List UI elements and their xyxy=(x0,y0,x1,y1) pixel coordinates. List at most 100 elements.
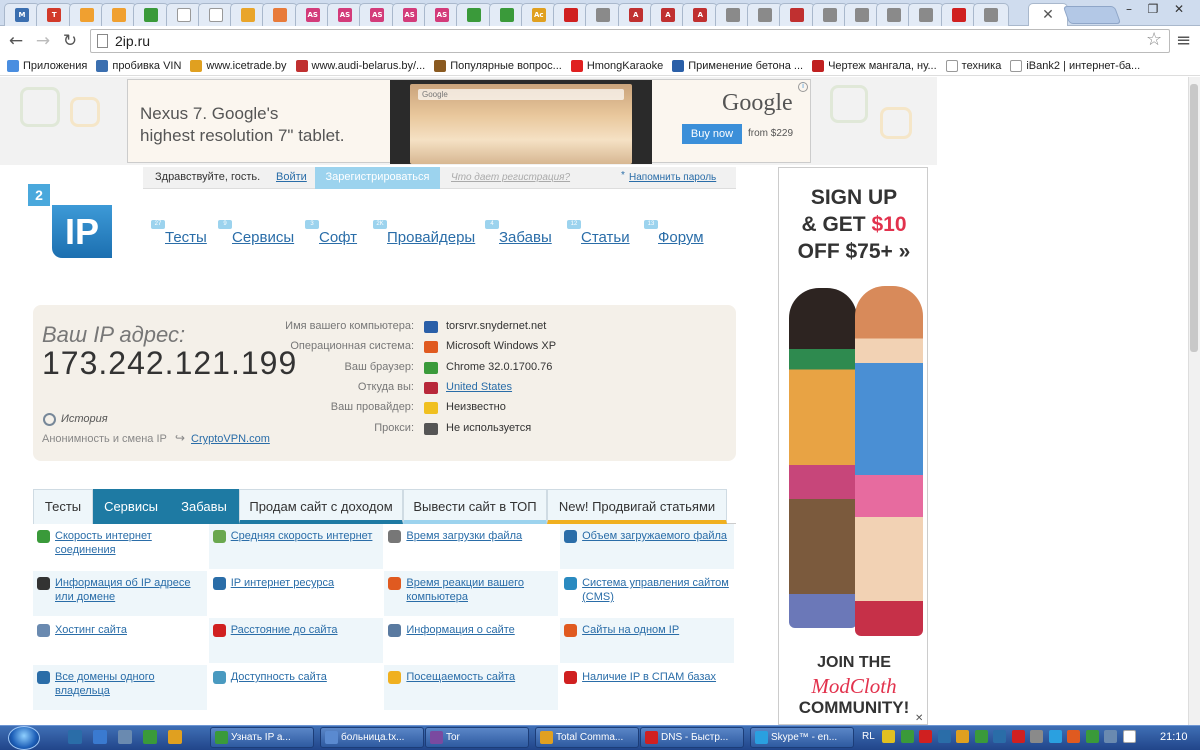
browser-tab[interactable] xyxy=(876,3,913,26)
browser-tab[interactable] xyxy=(585,3,622,26)
tray-icon[interactable] xyxy=(937,730,951,743)
service-link[interactable]: Сайты на одном IP xyxy=(582,623,732,637)
tray-icon[interactable] xyxy=(1048,730,1062,743)
history-icon[interactable] xyxy=(43,413,56,426)
nav-2[interactable]: Софт xyxy=(319,229,357,246)
bookmark-item[interactable]: Чертеж мангала, ну... xyxy=(812,59,937,72)
browser-tab[interactable]: AS xyxy=(327,3,363,26)
browser-tab[interactable] xyxy=(230,3,267,26)
tray-icon[interactable] xyxy=(919,730,932,743)
close-window-button[interactable]: ✕ xyxy=(1168,2,1190,18)
taskbar-button[interactable]: Skype™ - en... xyxy=(750,727,854,748)
service-link[interactable]: Информация об IP адресе или домене xyxy=(55,576,205,604)
browser-tab[interactable] xyxy=(133,3,170,26)
browser-tab[interactable]: T xyxy=(36,3,73,26)
taskbar-button[interactable]: Total Comma... xyxy=(535,727,639,748)
bookmark-item[interactable]: пробивка VIN xyxy=(96,59,181,72)
browser-tab[interactable] xyxy=(165,3,202,26)
service-link[interactable]: Доступность сайта xyxy=(231,670,381,684)
browser-tab[interactable] xyxy=(908,3,945,26)
browser-tab[interactable] xyxy=(262,3,299,26)
forward-arrow-icon[interactable]: → xyxy=(33,31,53,51)
language-indicator[interactable]: RL xyxy=(862,731,875,742)
clock[interactable]: 21:10 xyxy=(1160,731,1188,743)
nav-5[interactable]: Статьи xyxy=(581,229,630,246)
service-link[interactable]: Скорость интернет соединения xyxy=(55,529,205,557)
tray-icon[interactable] xyxy=(1122,730,1136,743)
reload-icon[interactable]: ↻ xyxy=(60,31,80,51)
browser-tab[interactable] xyxy=(843,3,880,26)
service-link[interactable]: Средняя скорость интернет xyxy=(231,529,381,543)
address-bar[interactable]: 2ip.ru xyxy=(90,29,1170,53)
service-cell[interactable]: Время загрузки файла xyxy=(384,524,560,570)
browser-tab[interactable] xyxy=(746,3,783,26)
bookmark-item[interactable]: Применение бетона ... xyxy=(672,59,803,72)
page-tab-2[interactable]: Забавы xyxy=(169,489,239,524)
nav-1[interactable]: Сервисы xyxy=(232,229,294,246)
browser-tab[interactable] xyxy=(714,3,751,26)
tray-icon[interactable] xyxy=(1030,730,1043,743)
bookmark-item[interactable]: техника xyxy=(945,59,1001,72)
tab-close-icon[interactable]: ✕ xyxy=(1042,7,1054,23)
bookmark-item[interactable]: www.icetrade.by xyxy=(190,59,287,72)
browser-tab[interactable] xyxy=(973,3,1009,26)
tray-icon[interactable] xyxy=(1067,730,1080,743)
quick-launch-icon[interactable] xyxy=(93,730,107,744)
tray-icon[interactable] xyxy=(1085,730,1099,743)
nexus-ad-banner[interactable]: Nexus 7. Google's highest resolution 7" … xyxy=(127,79,811,164)
quick-launch-icon[interactable] xyxy=(168,730,182,744)
service-link[interactable]: Наличие IP в СПАМ базах xyxy=(582,670,732,684)
service-cell[interactable]: Хостинг сайта xyxy=(33,618,208,664)
service-link[interactable]: Посещаемость сайта xyxy=(406,670,556,684)
bookmark-item[interactable]: Популярные вопрос... xyxy=(434,59,562,72)
tray-icon[interactable] xyxy=(882,730,895,743)
browser-tab[interactable] xyxy=(779,3,816,26)
page-tab-4[interactable]: Вывести сайт в ТОП xyxy=(403,489,547,524)
ad-info-icon[interactable]: i xyxy=(798,82,808,92)
browser-tab[interactable] xyxy=(68,3,105,26)
tray-icon[interactable] xyxy=(956,730,969,743)
bookmark-item[interactable]: HmongKaraoke xyxy=(570,59,663,72)
page-tab-5[interactable]: New! Продвигай статьями xyxy=(547,489,727,524)
nav-6[interactable]: Форум xyxy=(658,229,704,246)
maximize-button[interactable]: ❐ xyxy=(1142,2,1164,18)
history-link[interactable]: История xyxy=(61,413,108,425)
taskbar-button[interactable]: Tor xyxy=(425,727,529,748)
modcloth-side-ad[interactable]: SIGN UP & GET $10 OFF $75+ » JOIN THE Mo… xyxy=(778,167,928,725)
buy-now-button[interactable]: Buy now xyxy=(682,124,742,144)
browser-tab[interactable]: A xyxy=(682,3,719,26)
browser-tab[interactable]: AS xyxy=(391,3,428,26)
browser-tab[interactable]: AS xyxy=(423,3,460,26)
service-link[interactable]: Все домены одного владельца xyxy=(55,670,205,698)
service-cell[interactable]: Скорость интернет соединения xyxy=(33,524,208,570)
service-cell[interactable]: Посещаемость сайта xyxy=(384,665,560,711)
quick-launch-icon[interactable] xyxy=(118,730,132,744)
login-link[interactable]: Войти xyxy=(276,171,307,183)
service-cell[interactable]: IP интернет ресурса xyxy=(208,571,384,617)
service-cell[interactable]: Система управления сайтом (CMS) xyxy=(560,571,736,617)
start-button[interactable] xyxy=(8,726,40,750)
browser-tab[interactable] xyxy=(811,3,848,26)
nav-4[interactable]: Забавы xyxy=(499,229,552,246)
browser-tab[interactable]: A xyxy=(650,3,686,26)
service-cell[interactable]: Время реакции вашего компьютера xyxy=(384,571,560,617)
taskbar-button[interactable]: DNS - Быстр... xyxy=(640,727,744,748)
service-cell[interactable]: Все домены одного владельца xyxy=(33,665,208,711)
info-value[interactable]: United States xyxy=(446,381,512,393)
service-cell[interactable]: Средняя скорость интернет xyxy=(208,524,384,570)
back-arrow-icon[interactable]: ← xyxy=(6,31,26,51)
remind-password-link[interactable]: Напомнить пароль xyxy=(629,172,716,183)
service-link[interactable]: Информация о сайте xyxy=(406,623,556,637)
page-tab-1[interactable]: Сервисы xyxy=(93,489,169,524)
taskbar-button[interactable]: больница.tx... xyxy=(320,727,424,748)
minimize-button[interactable]: – xyxy=(1118,2,1140,18)
tray-icon[interactable] xyxy=(1011,730,1025,743)
browser-tab[interactable]: M xyxy=(4,3,40,26)
taskbar-button[interactable]: Узнать IP а... xyxy=(210,727,314,748)
browser-tab[interactable]: AS xyxy=(359,3,396,26)
page-tab-0[interactable]: Тесты xyxy=(33,489,93,524)
tray-icon[interactable] xyxy=(974,730,988,743)
browser-tab[interactable] xyxy=(456,3,493,26)
new-tab-button[interactable] xyxy=(1062,6,1122,24)
active-tab[interactable]: ✕ xyxy=(1028,3,1068,26)
